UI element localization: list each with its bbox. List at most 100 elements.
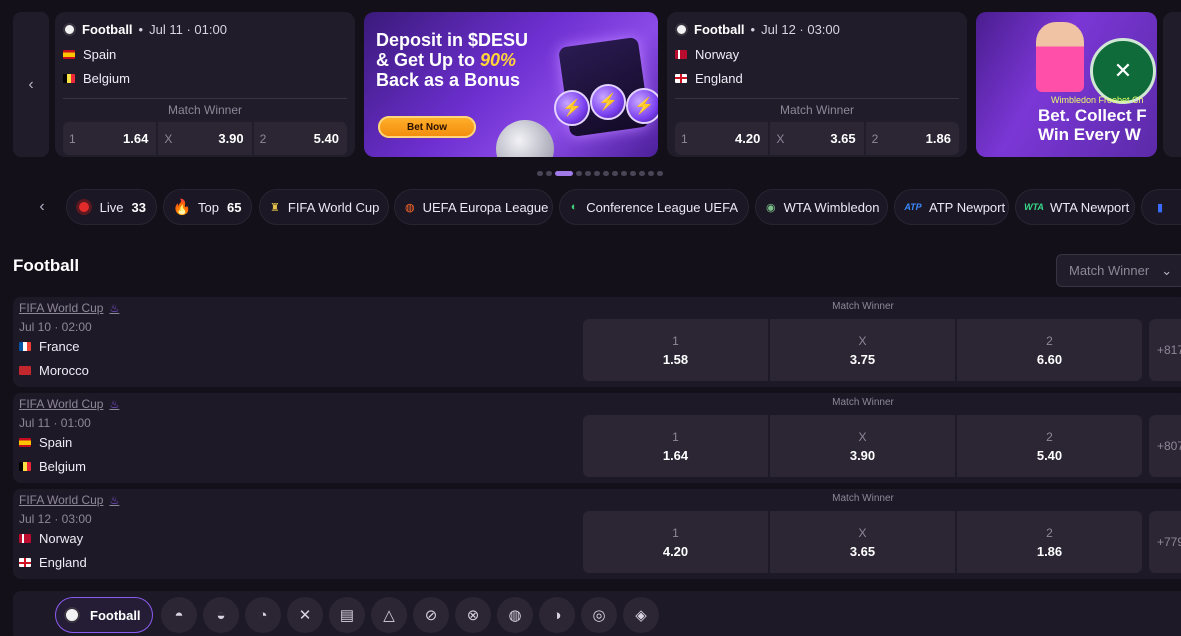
odd-button[interactable]: 1 1.64 [583,415,768,477]
card-date: Jul 12 · 03:00 [761,21,840,37]
basketball-icon[interactable]: ◓ [161,597,197,633]
chip-wta-wimbledon[interactable]: ◉ WTA Wimbledon [755,189,888,225]
home-team: Spain [19,435,72,450]
odd-button[interactable]: X 3.65 [770,511,955,573]
league-link[interactable]: FIFA World Cup ♨ [19,301,119,315]
next-card-peek [1163,12,1181,157]
baseball-icon[interactable]: ◑ [539,597,575,633]
hot-icon: ♨ [109,302,120,315]
wimbledon-icon: ◉ [766,201,776,214]
nba-logo-icon: ▮ [1156,201,1164,214]
banner-title: Deposit in $DESU & Get Up to 90% Back as… [376,30,529,90]
bet-now-button[interactable]: Bet Now [378,116,476,138]
odd-button[interactable]: X 3.90 [770,415,955,477]
pagination-dot[interactable] [555,171,573,176]
pagination-dot[interactable] [630,171,636,176]
market-label: Match Winner [832,493,894,504]
odd-button[interactable]: X 3.90 [158,122,252,155]
pagination-dot[interactable] [657,171,663,176]
pagination-dot[interactable] [639,171,645,176]
volleyball-icon[interactable]: ◍ [497,597,533,633]
chip-uefa-europa-league[interactable]: ◍ UEFA Europa League [394,189,553,225]
odd-button[interactable]: 2 1.86 [957,511,1142,573]
pagination-dot[interactable] [603,171,609,176]
odd-button[interactable]: 1 1.64 [63,122,157,155]
odd-button[interactable]: 1 4.20 [583,511,768,573]
promo-banner-deposit[interactable]: ⚡ ⚡ ⚡ Deposit in $DESU & Get Up to 90% B… [364,12,658,157]
pagination-dot[interactable] [621,171,627,176]
carousel-pagination [537,171,663,176]
pagination-dot[interactable] [594,171,600,176]
pagination-dot[interactable] [648,171,654,176]
odd-button[interactable]: 2 6.60 [957,319,1142,381]
card-sport: Football [82,21,133,37]
flag-norway-icon [675,49,687,59]
chip-top[interactable]: 🔥 Top 65 [163,189,252,225]
carousel-prev-button[interactable]: ‹ [13,12,49,157]
flag-england-icon [675,73,687,83]
pagination-dot[interactable] [546,171,552,176]
odd-button[interactable]: 2 5.40 [957,415,1142,477]
match-row[interactable]: FIFA World Cup ♨ Jul 12 · 03:00 Norway En… [13,489,1181,579]
pagination-dot[interactable] [537,171,543,176]
pagination-dot[interactable] [576,171,582,176]
sport-tab-football[interactable]: Football [55,597,153,633]
banner-subtitle: Wimbledon Freebet Ch [1051,95,1144,105]
boxing-icon[interactable]: ▤ [329,597,365,633]
card-home-team: Norway [695,46,740,62]
basketball-icon[interactable]: ◒ [203,597,239,633]
odd-button[interactable]: 2 5.40 [253,122,347,155]
market-select[interactable]: Match Winner ⌄ [1056,254,1181,287]
featured-match-card[interactable]: Football • Jul 11 · 01:00 Spain Belgium … [55,12,355,157]
more-markets-button[interactable]: +779 [1149,511,1181,573]
odd-button[interactable]: 1 1.58 [583,319,768,381]
featured-match-card[interactable]: Football • Jul 12 · 03:00 Norway England… [667,12,967,157]
american-football-icon[interactable]: ⊗ [455,597,491,633]
section-title: Football [13,256,80,275]
chip-label: Top [198,199,219,215]
tennis-icon[interactable]: ◔ [245,597,281,633]
chip-label: WTA Wimbledon [783,199,880,215]
more-markets-button[interactable]: +817 [1149,319,1181,381]
chip-more-peek[interactable]: ▮ [1141,189,1181,225]
chip-atp-newport[interactable]: ATP ATP Newport [894,189,1009,225]
chip-fifa-world-cup[interactable]: ♜ FIFA World Cup [259,189,389,225]
chip-wta-newport[interactable]: WTA WTA Newport [1015,189,1135,225]
odd-button[interactable]: 2 1.86 [865,122,959,155]
football-icon [63,22,76,36]
darts-icon[interactable]: ◈ [623,597,659,633]
market-label: Match Winner [832,301,894,312]
match-row[interactable]: FIFA World Cup ♨ Jul 11 · 01:00 Spain Bel… [13,393,1181,483]
hockey-icon[interactable]: ✕ [287,597,323,633]
flag-spain-icon [63,49,75,59]
chip-count: 65 [226,199,242,215]
flag-icon [19,342,31,351]
odd-button[interactable]: 1 4.20 [675,122,769,155]
odd-button[interactable]: X 3.75 [770,319,955,381]
live-dot-icon [79,202,90,212]
hot-icon: ♨ [109,494,120,507]
chip-live[interactable]: Live 33 [66,189,157,225]
away-team: England [19,555,87,570]
home-team: Norway [19,531,83,546]
chip-label: FIFA World Cup [287,199,380,215]
card-market-label: Match Winner [63,98,347,117]
rugby-icon[interactable]: ⊘ [413,597,449,633]
chips-prev-button[interactable]: ‹ [27,189,57,225]
league-link[interactable]: FIFA World Cup ♨ [19,397,119,411]
card-market-label: Match Winner [675,98,959,117]
sport-tab-label: Football [90,607,141,623]
league-link[interactable]: FIFA World Cup ♨ [19,493,119,507]
card-away-team: England [695,70,743,86]
snooker-icon[interactable]: △ [371,597,407,633]
card-sport: Football [694,21,745,37]
match-row[interactable]: FIFA World Cup ♨ Jul 10 · 02:00 France Mo… [13,297,1181,387]
pagination-dot[interactable] [585,171,591,176]
more-markets-button[interactable]: +807 [1149,415,1181,477]
odd-button[interactable]: X 3.65 [770,122,864,155]
promo-banner-wimbledon[interactable]: ✕ Wimbledon Freebet Ch Bet. Collect F Wi… [976,12,1157,157]
wta-logo-icon: WTA [1024,202,1044,212]
pagination-dot[interactable] [612,171,618,176]
chip-conference-league[interactable]: ◐ Conference League UEFA [559,189,749,225]
rugby-ball-icon[interactable]: ◎ [581,597,617,633]
